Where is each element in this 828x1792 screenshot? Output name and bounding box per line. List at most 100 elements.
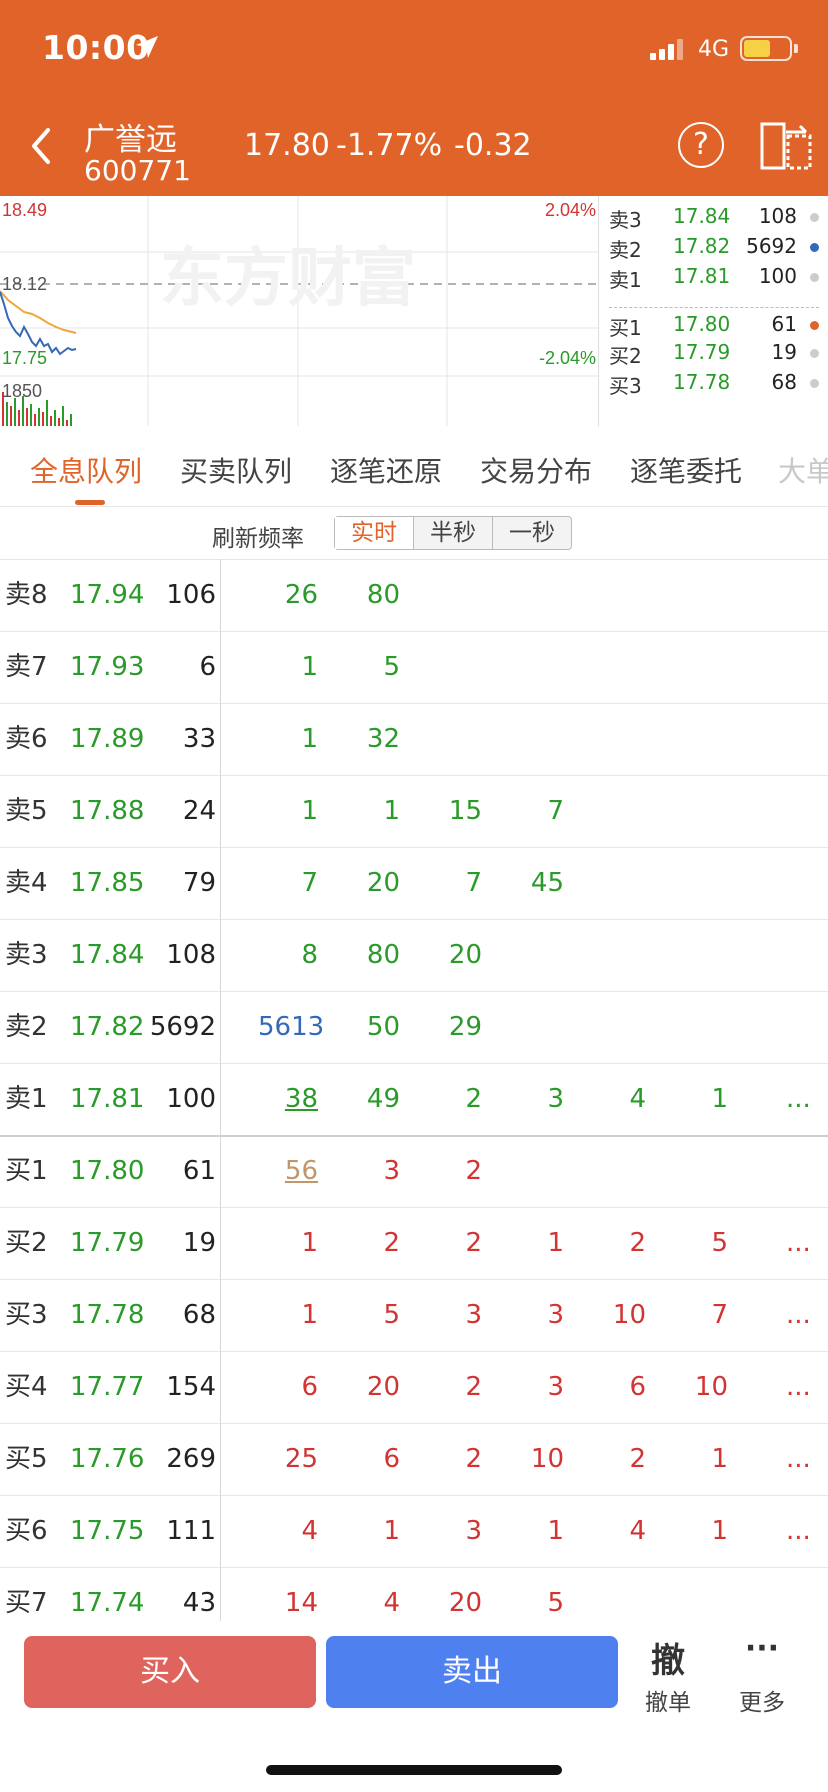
queue-order-size: 32 [366,724,400,754]
more-icon[interactable]: ··· [742,1631,782,1666]
order-queue-table: 卖8 17.94 106 26 80 卖7 17.93 6 1 5 卖6 17.89 33 1 32 卖5 17… [0,559,828,1640]
refresh-option-half-second[interactable]: 半秒 [414,517,492,549]
queue-order-size: 1 [383,796,400,826]
stock-code: 600771 [84,154,191,187]
queue-volume: 24 [182,796,216,826]
table-row: 卖6 17.89 33 1 32 [0,703,828,776]
depth-row: 卖1 17.81 100 [609,264,819,294]
battery-cap [794,44,798,53]
intraday-chart[interactable]: 东方财富 18.49 18.12 17.75 2.04% -2.04% 1850 [0,196,598,426]
queue-order-size: 1 [547,1516,564,1546]
queue-order-size: 1 [301,652,318,682]
queue-order-size: 6 [301,1372,318,1402]
queue-order-size: 80 [366,580,400,610]
queue-price: 17.84 [70,940,145,970]
queue-order-size: 2 [629,1228,646,1258]
tab-5[interactable]: 大单 [778,450,828,490]
queue-level-label: 卖1 [5,1084,48,1114]
change-amount: -0.32 [454,128,532,163]
depth-dot-icon [810,273,819,282]
refresh-bar: 刷新频率 实时 半秒 一秒 [0,507,828,560]
depth-dot-icon [810,321,819,330]
refresh-label: 刷新频率 [212,526,304,552]
refresh-option-one-second[interactable]: 一秒 [493,517,571,549]
chart-low-label: 17.75 [2,348,47,368]
queue-level-label: 买3 [5,1300,48,1330]
depth-row: 买1 17.80 61 [609,312,819,342]
queue-order-size: 5 [383,1300,400,1330]
volume-bar [26,408,28,426]
queue-price: 17.78 [70,1300,145,1330]
table-row: 买4 17.77 154 6 20 2 3 6 10... [0,1351,828,1424]
queue-level-label: 卖6 [5,724,48,754]
queue-level-label: 卖5 [5,796,48,826]
depth-dot-icon [810,213,819,222]
volume-bar [54,410,56,426]
volume-bar [58,418,60,426]
tab-3[interactable]: 交易分布 [480,450,592,490]
back-chevron-icon[interactable] [26,124,56,168]
queue-price: 17.93 [70,652,145,682]
queue-price: 17.82 [70,1012,145,1042]
volume-bar [46,400,48,426]
queue-order-size: 3 [465,1516,482,1546]
queue-column-divider [220,559,221,1621]
depth-row: 买3 17.78 68 [609,370,819,400]
queue-order-size: 20 [448,1588,482,1618]
depth-divider [609,307,819,308]
queue-more-indicator[interactable]: ... [786,1085,811,1113]
queue-level-label: 卖7 [5,652,48,682]
queue-order-size: 26 [284,580,318,610]
tab-0[interactable]: 全息队列 [30,450,142,490]
buy-button[interactable]: 买入 [24,1636,316,1708]
battery-level [744,40,770,57]
switch-layout-icon[interactable] [760,122,812,170]
tab-1[interactable]: 买卖队列 [180,450,292,490]
chart-mid-label: 18.12 [2,274,47,294]
queue-more-indicator[interactable]: ... [786,1373,811,1401]
active-tab-indicator [75,500,105,505]
queue-volume: 100 [166,1084,216,1114]
depth-row: 卖3 17.84 108 [609,204,819,234]
table-row: 买2 17.79 19 1 2 2 1 2 5... [0,1207,828,1280]
queue-more-indicator[interactable]: ... [786,1517,811,1545]
queue-level-label: 买6 [5,1516,48,1546]
depth-price: 17.80 [673,312,731,336]
refresh-segmented-control: 实时 半秒 一秒 [334,516,572,550]
queue-level-label: 卖4 [5,868,48,898]
refresh-option-realtime[interactable]: 实时 [335,517,413,549]
help-icon[interactable]: ? [678,122,724,168]
tab-4[interactable]: 逐笔委托 [630,450,742,490]
queue-volume: 43 [182,1588,216,1618]
queue-more-indicator[interactable]: ... [786,1229,811,1257]
sell-button[interactable]: 卖出 [326,1636,618,1708]
queue-order-size: 1 [301,796,318,826]
order-depth-panel: 卖3 17.84 108 卖2 17.82 5692 卖1 17.81 100 买1 17.80 61… [598,196,828,426]
depth-volume: 68 [771,370,797,394]
queue-order-size: 7 [465,868,482,898]
queue-order-size: 1 [711,1444,728,1474]
queue-level-label: 卖8 [5,580,48,610]
queue-order-size: 5 [711,1228,728,1258]
queue-order-size: 3 [383,1156,400,1186]
location-arrow-icon [136,36,158,58]
queue-more-indicator[interactable]: ... [786,1445,811,1473]
volume-bar [42,412,44,426]
cancel-order-icon[interactable]: 撤 [648,1633,688,1682]
queue-order-size: 20 [366,868,400,898]
queue-level-label: 买5 [5,1444,48,1474]
queue-order-size: 1 [301,724,318,754]
queue-price: 17.80 [70,1156,145,1186]
cancel-order-label[interactable]: 撤单 [640,1683,696,1717]
queue-more-indicator[interactable]: ... [786,1301,811,1329]
tab-2[interactable]: 逐笔还原 [330,450,442,490]
queue-order-size: 50 [366,1012,400,1042]
queue-volume: 269 [166,1444,216,1474]
queue-order-size: 2 [629,1444,646,1474]
queue-order-size: 10 [694,1372,728,1402]
more-label[interactable]: 更多 [734,1683,790,1717]
depth-price: 17.84 [673,204,731,228]
table-row: 卖5 17.88 24 1 1 15 7 [0,775,828,848]
depth-label: 卖2 [609,238,642,262]
queue-order-size: 3 [465,1300,482,1330]
